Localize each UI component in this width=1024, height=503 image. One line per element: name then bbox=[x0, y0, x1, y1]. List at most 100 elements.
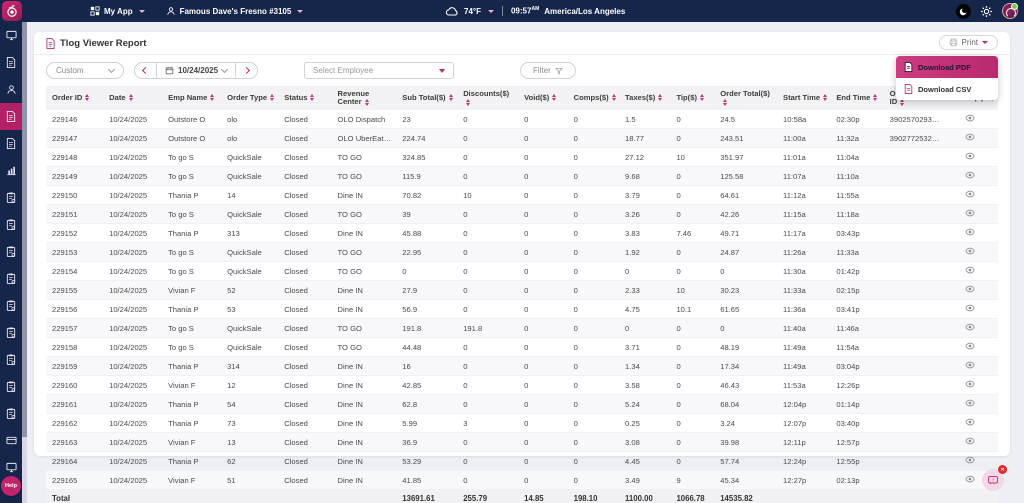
sidebar-item-10[interactable] bbox=[0, 265, 22, 292]
column-header[interactable]: Emp Name bbox=[162, 86, 222, 110]
next-day-button[interactable] bbox=[236, 63, 257, 78]
sidebar-scrollbar-thumb[interactable] bbox=[22, 22, 27, 437]
sort-icon[interactable] bbox=[210, 94, 215, 102]
table-cell: 229155 bbox=[46, 280, 104, 300]
table-cell: 0 bbox=[567, 128, 620, 148]
temperature-value[interactable]: 74°F bbox=[464, 7, 481, 16]
sort-icon[interactable] bbox=[128, 94, 133, 102]
view-action-icon[interactable] bbox=[965, 132, 975, 144]
sort-icon[interactable] bbox=[85, 94, 90, 102]
sidebar-item-3[interactable] bbox=[0, 76, 22, 103]
sort-icon[interactable] bbox=[699, 94, 704, 102]
user-avatar[interactable] bbox=[1002, 3, 1018, 19]
sidebar-item-15[interactable] bbox=[0, 400, 22, 427]
column-header[interactable]: Tip($) bbox=[670, 86, 715, 110]
sort-icon[interactable] bbox=[270, 94, 275, 102]
table-cell: 17.34 bbox=[714, 356, 778, 376]
store-selector[interactable]: Famous Dave's Fresno #3105 bbox=[166, 6, 304, 16]
sort-icon[interactable] bbox=[873, 94, 878, 102]
table-cell bbox=[883, 223, 945, 243]
table-cell: 10/24/2025 bbox=[103, 337, 163, 357]
download-csv-item[interactable]: Download CSV bbox=[896, 78, 998, 100]
app-logo[interactable] bbox=[2, 1, 22, 21]
column-header[interactable]: Order Total($) bbox=[714, 86, 778, 110]
settings-gear-icon[interactable] bbox=[980, 5, 993, 18]
view-action-icon[interactable] bbox=[965, 151, 975, 163]
total-row: Total 13691.61 255.79 14.85 198.10 1100.00 106… bbox=[46, 489, 998, 503]
sort-icon[interactable] bbox=[552, 94, 557, 102]
sort-icon[interactable] bbox=[611, 94, 616, 102]
view-action-icon[interactable] bbox=[965, 303, 975, 315]
column-header[interactable]: Status bbox=[278, 86, 332, 110]
column-header[interactable]: End Time bbox=[830, 86, 884, 110]
sidebar-item-9[interactable] bbox=[0, 238, 22, 265]
column-label: End Time bbox=[836, 92, 871, 102]
sidebar-item-1[interactable] bbox=[0, 22, 22, 49]
table-cell: 62 bbox=[221, 451, 279, 471]
sidebar-item-13[interactable] bbox=[0, 346, 22, 373]
table-cell bbox=[883, 470, 945, 490]
column-header[interactable]: Void($) bbox=[518, 86, 568, 110]
column-header[interactable]: Order Type bbox=[221, 86, 279, 110]
date-picker[interactable]: 10/24/2025 bbox=[156, 63, 237, 78]
view-action-icon[interactable] bbox=[965, 322, 975, 334]
filter-button[interactable]: Filter bbox=[520, 62, 576, 79]
dark-mode-toggle[interactable] bbox=[956, 3, 971, 19]
view-action-icon[interactable] bbox=[965, 360, 975, 372]
sidebar-item-7[interactable] bbox=[0, 184, 22, 211]
sidebar-item-4-active[interactable] bbox=[0, 103, 22, 130]
my-app-menu[interactable]: My App bbox=[90, 6, 145, 16]
sort-icon[interactable] bbox=[364, 98, 369, 106]
view-action-icon[interactable] bbox=[965, 379, 975, 391]
view-action-icon[interactable] bbox=[965, 341, 975, 353]
download-pdf-item[interactable]: Download PDF bbox=[896, 56, 998, 78]
help-button[interactable]: Help bbox=[1, 476, 21, 496]
table-row: 229148 10/24/2025 To go S QuickSale Closed TO… bbox=[46, 147, 998, 167]
sort-icon[interactable] bbox=[448, 94, 453, 102]
sort-icon[interactable] bbox=[658, 94, 663, 102]
column-header[interactable]: Start Time bbox=[777, 86, 831, 110]
view-action-icon[interactable] bbox=[965, 398, 975, 410]
tlog-table: Order ID Date Emp Name Order Type Status Reve… bbox=[46, 86, 998, 503]
chat-support-button[interactable]: ? ✕ bbox=[982, 465, 1007, 491]
sort-icon[interactable] bbox=[310, 94, 315, 102]
previous-day-button[interactable] bbox=[135, 63, 156, 78]
column-header[interactable]: Sub Total($) bbox=[396, 86, 458, 110]
sidebar-item-14[interactable] bbox=[0, 373, 22, 400]
table-cell: 18.77 bbox=[619, 128, 671, 148]
view-action-icon[interactable] bbox=[965, 189, 975, 201]
sidebar-item-6[interactable] bbox=[0, 157, 22, 184]
sidebar-item-2[interactable] bbox=[0, 49, 22, 76]
view-action-icon[interactable] bbox=[965, 170, 975, 182]
table-cell bbox=[883, 204, 945, 224]
employee-select[interactable]: Select Employee bbox=[304, 62, 455, 79]
sidebar-item-16[interactable] bbox=[0, 427, 22, 454]
view-action-icon[interactable] bbox=[965, 246, 975, 258]
column-header[interactable]: Order ID bbox=[46, 86, 104, 110]
view-action-icon[interactable] bbox=[965, 474, 975, 486]
column-header[interactable]: Discounts($) bbox=[457, 86, 519, 110]
table-cell: 0 bbox=[670, 337, 715, 357]
column-header[interactable]: Taxes($) bbox=[619, 86, 671, 110]
date-range-select[interactable]: Custom bbox=[46, 62, 124, 79]
sidebar-item-11[interactable] bbox=[0, 292, 22, 319]
sort-icon[interactable] bbox=[723, 98, 728, 106]
sort-icon[interactable] bbox=[466, 98, 471, 106]
table-cell: 229161 bbox=[46, 394, 104, 414]
sort-icon[interactable] bbox=[823, 94, 828, 102]
view-action-icon[interactable] bbox=[965, 208, 975, 220]
sidebar-item-5[interactable] bbox=[0, 130, 22, 157]
view-action-icon[interactable] bbox=[965, 113, 975, 125]
column-header[interactable]: Date bbox=[103, 86, 163, 110]
column-header[interactable]: Comps($) bbox=[567, 86, 620, 110]
view-action-icon[interactable] bbox=[965, 227, 975, 239]
view-action-icon[interactable] bbox=[965, 455, 975, 467]
sidebar-item-12[interactable] bbox=[0, 319, 22, 346]
view-action-icon[interactable] bbox=[965, 417, 975, 429]
view-action-icon[interactable] bbox=[965, 436, 975, 448]
view-action-icon[interactable] bbox=[965, 265, 975, 277]
column-header[interactable]: Revenue Center bbox=[331, 86, 397, 110]
sidebar-item-8[interactable] bbox=[0, 211, 22, 238]
print-button[interactable]: Print bbox=[938, 35, 998, 50]
view-action-icon[interactable] bbox=[965, 284, 975, 296]
